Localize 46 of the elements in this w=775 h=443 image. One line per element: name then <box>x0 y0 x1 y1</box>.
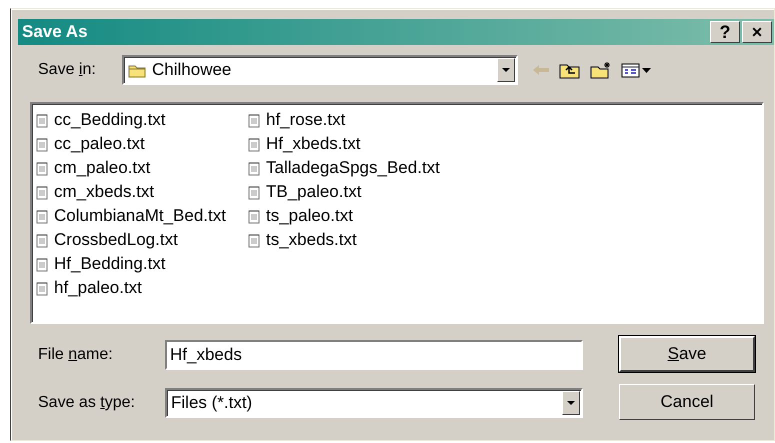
view-menu-icon[interactable] <box>621 62 653 78</box>
file-item[interactable]: CrossbedLog.txt <box>36 228 226 252</box>
file-item[interactable]: cc_paleo.txt <box>36 132 226 156</box>
text-file-icon <box>248 208 260 224</box>
file-item[interactable]: Hf_xbeds.txt <box>248 132 440 156</box>
file-item[interactable]: TB_paleo.txt <box>248 180 440 204</box>
text-file-icon <box>248 184 260 200</box>
text-file-icon <box>248 232 260 248</box>
caret-icon <box>566 399 576 407</box>
new-folder-icon[interactable] <box>590 61 612 79</box>
file-item[interactable]: cc_Bedding.txt <box>36 108 226 132</box>
file-name-label: File name: <box>38 346 114 364</box>
file-item[interactable]: Hf_Bedding.txt <box>36 252 226 276</box>
file-item[interactable]: hf_paleo.txt <box>36 276 226 300</box>
close-button[interactable]: × <box>742 21 772 43</box>
file-item[interactable]: ts_paleo.txt <box>248 204 440 228</box>
window-title: Save As <box>22 22 88 42</box>
text-file-icon <box>36 280 48 296</box>
caret-icon <box>501 66 511 74</box>
file-item[interactable]: ts_xbeds.txt <box>248 228 440 252</box>
text-file-icon <box>36 160 48 176</box>
text-file-icon <box>248 160 260 176</box>
text-file-icon <box>36 184 48 200</box>
help-button[interactable]: ? <box>710 21 740 43</box>
file-item[interactable]: cm_paleo.txt <box>36 156 226 180</box>
text-file-icon <box>36 136 48 152</box>
file-item[interactable]: hf_rose.txt <box>248 108 440 132</box>
save-in-label: Save in: <box>38 61 97 79</box>
dropdown-arrow-button[interactable] <box>562 391 580 415</box>
save-in-dropdown[interactable]: Chilhowee <box>122 55 518 85</box>
text-file-icon <box>36 256 48 272</box>
text-file-icon <box>36 232 48 248</box>
save-button[interactable]: Save <box>619 336 755 372</box>
folder-icon <box>128 62 146 78</box>
file-item[interactable]: TalladegaSpgs_Bed.txt <box>248 156 440 180</box>
save-as-type-label: Save as type: <box>38 394 136 412</box>
text-file-icon <box>36 208 48 224</box>
text-file-icon <box>36 112 48 128</box>
file-name-field[interactable]: Hf_xbeds <box>165 340 583 370</box>
file-item[interactable]: ColumbianaMt_Bed.txt <box>36 204 226 228</box>
text-file-icon <box>248 136 260 152</box>
file-type-dropdown[interactable]: Files (*.txt) <box>165 388 583 418</box>
dropdown-arrow-button[interactable] <box>497 58 515 82</box>
text-file-icon <box>248 112 260 128</box>
file-item[interactable]: cm_xbeds.txt <box>36 180 226 204</box>
cancel-button[interactable]: Cancel <box>619 384 755 420</box>
